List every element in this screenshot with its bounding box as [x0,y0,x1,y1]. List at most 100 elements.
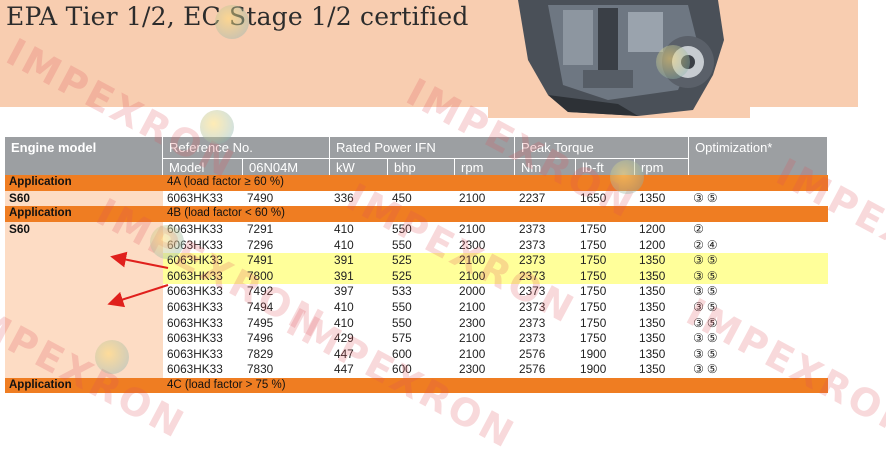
table-row: 6063HK33 7491 391 525 2100 2373 1750 1350 ③ ⑤ [5,252,829,269]
cell-bhp: 525 [388,252,456,269]
cell-rpm: 2300 [459,362,486,377]
engine-model-cell [5,315,163,331]
cell-torque-rpm: 1200 [639,237,666,252]
cell-ref: 7491 [243,252,331,269]
engine-model-cell [5,237,163,253]
subheader-bhp: bhp [388,158,456,175]
cell-model: 6063HK33 [167,222,223,237]
cell-optimization: ③ ⑤ [693,331,718,346]
cell-nm: 2373 [519,237,546,252]
cell-optimization: ② [693,222,704,237]
cell-bhp: 533 [392,284,412,299]
cell-model: 6063HK33 [167,237,223,252]
cell-nm: 2373 [519,284,546,299]
subheader-lbft: lb-ft [576,158,636,175]
cell-torque-rpm: 1350 [639,190,666,205]
table-header-row: Engine model Reference No. Rated Power I… [5,137,829,175]
cell-bhp: 525 [388,268,456,285]
engine-model-cell [5,346,163,363]
cell-kw: 391 [330,268,389,285]
table-row: 6063HK33 7494 410 550 2100 2373 1750 1350 ③ ⑤ [5,299,828,316]
header-rated-power: Rated Power IFN [330,137,516,158]
cell-optimization: ③ ⑤ [693,300,718,315]
cell-model: 6063HK33 [167,315,223,330]
cell-optimization: ③ ⑤ [689,268,829,285]
engine-image [488,0,750,118]
table-body-4c: Application 4C (load factor > 75 %) [5,377,829,394]
cell-optimization: ③ ⑤ [689,252,829,269]
cell-ref: 7492 [247,284,274,299]
subheader-kw: kW [330,158,389,175]
cell-kw: 447 [334,362,354,377]
engine-model-cell: S60 [5,221,163,238]
cell-lbft: 1650 [580,190,607,205]
cell-model: 6063HK33 [167,331,223,346]
cell-nm: 2237 [519,190,546,205]
cell-kw: 429 [334,331,354,346]
cell-rpm: 2100 [459,300,486,315]
cell-bhp: 450 [392,190,412,205]
engine-model-cell [5,362,163,378]
table-body-4b: S60 6063HK33 7291 410 550 2100 2373 1750 1200 ② 60… [5,221,829,378]
cell-model: 6063HK33 [167,284,223,299]
cell-lbft: 1750 [576,252,636,269]
cell-ref: 7496 [247,331,274,346]
page-title: EPA Tier 1/2, EC Stage 1/2 certified [6,2,469,31]
header-banner: EPA Tier 1/2, EC Stage 1/2 certified [0,0,858,118]
cell-kw: 410 [334,315,354,330]
engine-model-cell [5,268,163,285]
subheader-model: Model [163,158,243,175]
cell-nm: 2373 [519,300,546,315]
cell-lbft: 1900 [580,346,607,361]
cell-torque-rpm: 1350 [639,362,666,377]
engine-model-cell [5,284,163,300]
cell-kw: 410 [334,237,354,252]
application-row-4c: Application 4C (load factor > 75 %) [5,377,829,394]
cell-model: 6063HK33 [167,300,223,315]
table-row: 6063HK33 7830 447 600 2300 2576 1900 1350 ③ ⑤ [5,362,828,378]
subheader-nm: Nm [515,158,577,175]
cell-model: 6063HK33 [163,252,243,269]
cell-rpm: 2100 [455,252,516,269]
engine-model-cell [5,299,163,316]
cell-lbft: 1750 [580,331,607,346]
cell-bhp: 550 [392,222,412,237]
cell-model: 6063HK33 [167,362,223,377]
table-row: 6063HK33 7495 410 550 2300 2373 1750 1350 ③ ⑤ [5,315,828,331]
table-row: 6063HK33 7829 447 600 2100 2576 1900 1350 ③ ⑤ [5,346,828,363]
cell-kw: 447 [334,346,354,361]
application-row-4a: Application 4A (load factor ≥ 60 %) [5,175,829,191]
cell-optimization: ③ ⑤ [693,315,718,330]
cell-bhp: 550 [392,237,412,252]
cell-lbft: 1750 [580,222,607,237]
cell-kw: 410 [334,222,354,237]
cell-kw: 410 [334,300,354,315]
cell-rpm: 2100 [455,268,516,285]
cell-torque-rpm: 1350 [635,252,690,269]
engine-model-cell: S60 [5,190,163,207]
cell-optimization: ③ ⑤ [693,346,718,361]
cell-rpm: 2100 [459,346,486,361]
cell-ref: 7495 [247,315,274,330]
cell-nm: 2373 [515,252,577,269]
table-row: 6063HK33 7296 410 550 2300 2373 1750 1200 ② ④ [5,237,828,253]
cell-lbft: 1750 [576,268,636,285]
subheader-rpm: rpm [455,158,516,175]
cell-torque-rpm: 1350 [639,346,666,361]
cell-lbft: 1750 [580,300,607,315]
cell-bhp: 550 [392,315,412,330]
table-row: 6063HK33 7492 397 533 2000 2373 1750 1350 ③ ⑤ [5,284,828,300]
table-row: S60 6063HK33 7490 336 450 2100 2237 1650… [5,190,828,207]
application-label: Application [5,377,163,394]
cell-ref: 7800 [243,268,331,285]
cell-kw: 397 [334,284,354,299]
application-4b: 4B (load factor < 60 %) [163,206,829,222]
cell-lbft: 1900 [580,362,607,377]
cell-lbft: 1750 [580,315,607,330]
cell-nm: 2373 [519,331,546,346]
cell-torque-rpm: 1350 [639,315,666,330]
cell-rpm: 2100 [459,190,486,205]
table-row: S60 6063HK33 7291 410 550 2100 2373 1750 1200 ② [5,221,828,238]
engine-spec-table: Engine model Reference No. Rated Power I… [5,137,829,394]
cell-nm: 2576 [519,346,546,361]
